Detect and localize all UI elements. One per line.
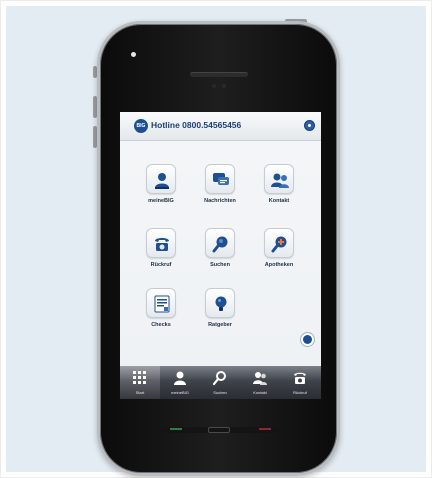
tile-checks[interactable]: Checks xyxy=(131,288,191,328)
tab-kontakt[interactable]: Kontakt xyxy=(240,366,280,399)
tile-apotheken[interactable]: Apotheken xyxy=(249,228,309,268)
tab-suchen[interactable]: Suchen xyxy=(200,366,240,399)
tile-label: Suchen xyxy=(210,262,230,268)
tile-label: Kontakt xyxy=(268,198,290,204)
tile-suchen[interactable]: Suchen xyxy=(190,228,250,268)
tile-rueckruf[interactable]: Rückruf xyxy=(131,228,191,268)
earpiece-speaker xyxy=(190,72,248,77)
contacts-icon xyxy=(253,372,267,385)
tab-label: Kontakt xyxy=(253,390,267,395)
tile-label: Rückruf xyxy=(150,262,172,268)
tile-ratgeber[interactable]: Ratgeber xyxy=(190,288,250,328)
phone-icon xyxy=(146,228,176,258)
tab-meinebig[interactable]: meineBIG xyxy=(160,366,200,399)
grid-icon xyxy=(133,371,146,384)
green-indicator xyxy=(170,428,182,430)
person-icon xyxy=(174,371,186,385)
tile-label: Ratgeber xyxy=(208,322,232,328)
search-icon xyxy=(205,228,235,258)
menu-grid: meineBIG Nachrichten Kontakt Rückruf Suc… xyxy=(120,112,321,399)
tile-kontakt[interactable]: Kontakt xyxy=(249,164,309,204)
contacts-icon xyxy=(264,164,294,194)
tile-label: Checks xyxy=(151,322,171,328)
tile-label: Nachrichten xyxy=(204,198,236,204)
light-sensor xyxy=(222,84,226,88)
tab-label: Start xyxy=(135,390,145,395)
app-screen: BIG Hotline 0800.54565456 meineBIG Nachr… xyxy=(120,112,321,399)
proximity-sensor xyxy=(212,84,216,88)
tile-meinebig[interactable]: meineBIG xyxy=(131,164,191,204)
tab-rueckruf[interactable]: Rückruf xyxy=(280,366,320,399)
person-icon xyxy=(146,164,176,194)
home-button xyxy=(208,427,230,433)
tab-label: meineBIG xyxy=(171,390,189,395)
lightbulb-icon xyxy=(205,288,235,318)
red-indicator xyxy=(259,428,271,430)
checklist-icon xyxy=(146,288,176,318)
tile-nachrichten[interactable]: Nachrichten xyxy=(190,164,250,204)
floating-big-button[interactable] xyxy=(300,332,315,347)
tab-label: Rückruf xyxy=(293,390,307,395)
tile-label: meineBIG xyxy=(148,198,174,204)
pharmacy-search-icon xyxy=(264,228,294,258)
tile-label: Apotheken xyxy=(264,262,294,268)
phone-icon xyxy=(294,372,306,384)
tab-start[interactable]: Start xyxy=(120,366,160,399)
tab-label: Suchen xyxy=(213,390,227,395)
search-icon xyxy=(212,371,226,386)
bottom-tabbar: Start meineBIG Suchen Kontakt Rückruf xyxy=(120,366,321,399)
front-camera xyxy=(131,52,136,57)
chat-icon xyxy=(205,164,235,194)
